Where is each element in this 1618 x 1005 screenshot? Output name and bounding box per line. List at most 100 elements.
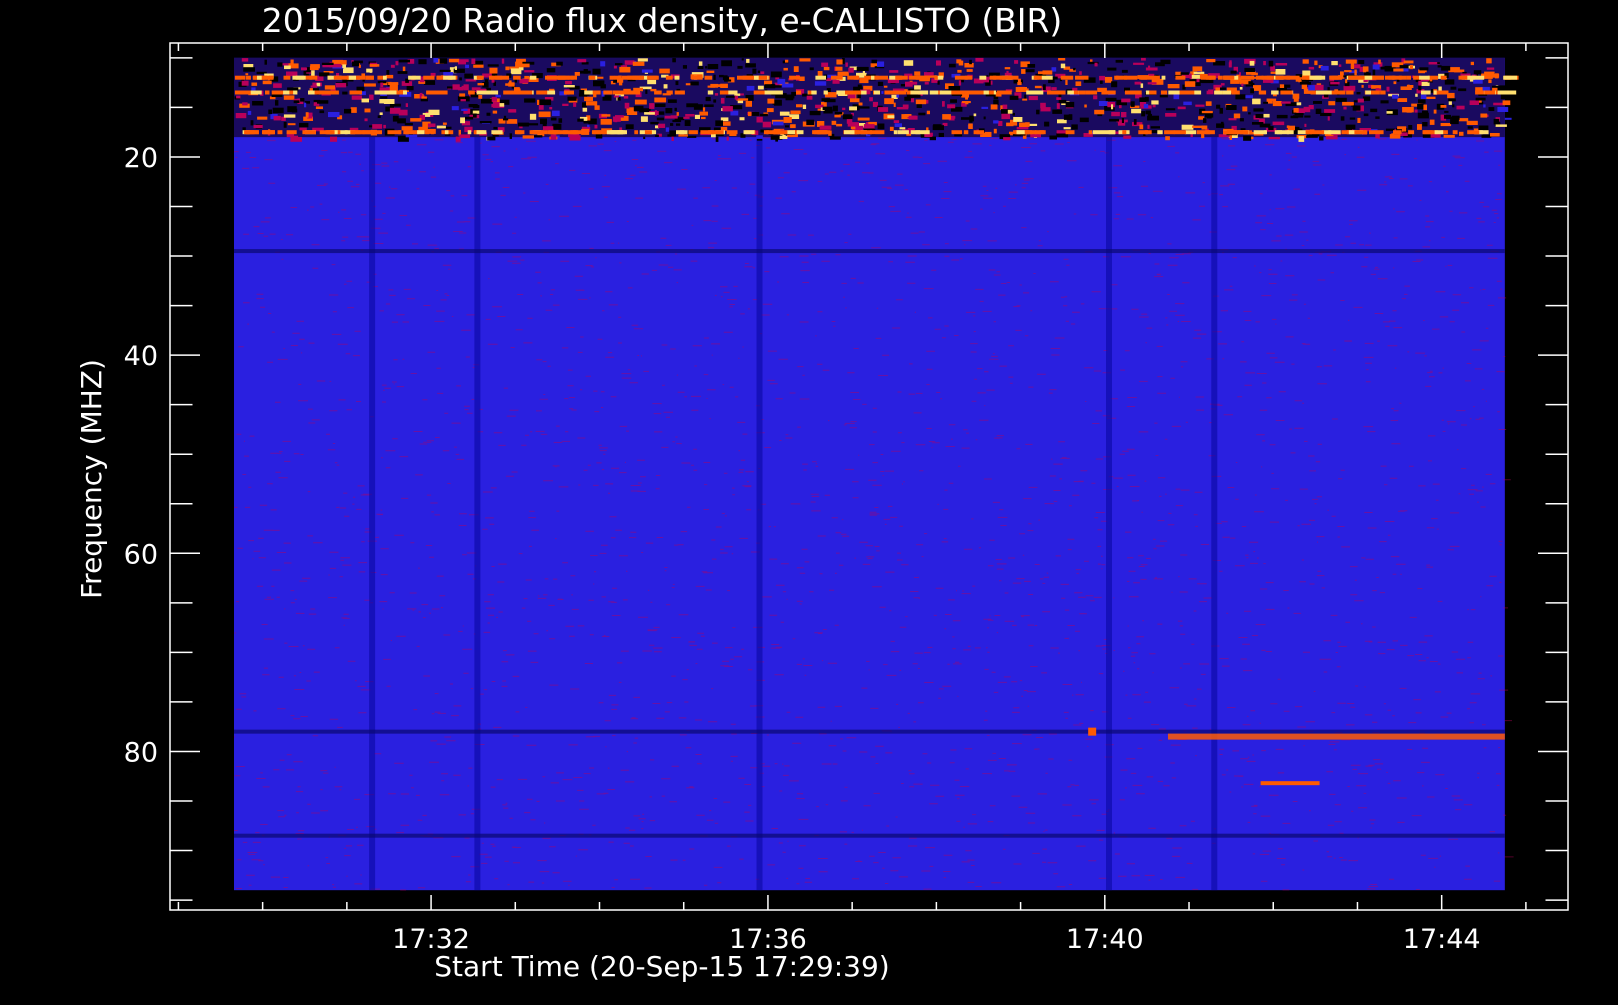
rfi-cell — [948, 63, 956, 68]
rfi-cell — [245, 73, 249, 76]
rfi-cell — [1400, 86, 1412, 90]
rfi-bright — [271, 90, 282, 95]
rfi-cell — [1362, 96, 1371, 101]
rfi-bright — [417, 130, 425, 135]
rfi-cell — [1268, 136, 1280, 140]
rfi-cell — [392, 115, 399, 122]
rfi-cell — [1152, 104, 1156, 108]
rfi-cell — [1030, 133, 1041, 138]
rfi-cell — [926, 110, 930, 115]
rfi-cell — [849, 106, 857, 111]
rfi-cell — [848, 67, 854, 73]
rfi-cell — [1302, 70, 1311, 76]
rfi-bright — [1222, 75, 1235, 80]
rfi-cell — [1235, 94, 1246, 100]
rfi-cell — [1007, 109, 1013, 114]
rfi-bright — [1346, 90, 1354, 95]
rfi-cell — [1241, 83, 1244, 87]
rfi-cell — [253, 124, 263, 129]
rfi-cell — [427, 123, 436, 127]
rfi-cell — [819, 125, 832, 130]
rfi-cell — [1027, 64, 1036, 68]
rfi-cell — [1392, 94, 1399, 99]
rfi-cell — [834, 114, 841, 118]
rfi-cell — [664, 115, 671, 119]
rfi-cell — [1313, 101, 1322, 104]
rfi-cell — [451, 106, 459, 111]
rfi-bright — [1205, 75, 1212, 80]
rfi-bright — [1184, 130, 1197, 135]
rfi-cell — [746, 85, 755, 91]
rfi-bright — [777, 130, 788, 135]
rfi-cell — [597, 76, 604, 79]
rfi-cell — [1350, 63, 1355, 69]
rfi-bright — [257, 75, 262, 80]
rfi-cell — [722, 75, 728, 81]
rfi-cell — [1216, 104, 1221, 109]
rfi-cell — [829, 136, 841, 140]
rfi-bright — [1274, 130, 1290, 135]
rfi-bright — [1223, 130, 1235, 135]
rfi-bright — [766, 130, 776, 135]
chart-title: 2015/09/20 Radio flux density, e-CALLIST… — [262, 1, 1063, 40]
rfi-cell — [299, 122, 309, 128]
rfi-cell — [405, 134, 418, 138]
rfi-bright — [629, 90, 640, 95]
rfi-cell — [739, 117, 745, 121]
rfi-cell — [1293, 115, 1304, 118]
rfi-cell — [842, 114, 853, 120]
rfi-bright — [1088, 130, 1093, 135]
rfi-cell — [1243, 135, 1252, 141]
rfi-cell — [837, 71, 849, 76]
rfi-bright — [513, 75, 521, 80]
rfi-cell — [746, 58, 750, 63]
rfi-cell — [389, 84, 398, 91]
rfi-cell — [736, 98, 749, 101]
rfi-cell — [836, 123, 843, 127]
rfi-cell — [1075, 81, 1082, 86]
rfi-cell — [1208, 89, 1214, 93]
rfi-cell — [1109, 118, 1120, 122]
rfi-cell — [1151, 100, 1159, 105]
rfi-cell — [549, 107, 553, 110]
rfi-cell — [1418, 84, 1422, 91]
rfi-bright — [431, 130, 435, 135]
rfi-cell — [983, 116, 986, 120]
rfi-bright — [503, 90, 517, 95]
rfi-cell — [1345, 79, 1348, 84]
rfi-cell — [247, 110, 252, 115]
rfi-cell — [1228, 118, 1237, 121]
rfi-cell — [1380, 66, 1391, 70]
rfi-bright — [1035, 75, 1040, 80]
rfi-cell — [1502, 100, 1511, 106]
rfi-cell — [699, 111, 708, 116]
rfi-bright — [871, 75, 875, 80]
rfi-bright — [815, 75, 826, 80]
rfi-cell — [421, 96, 427, 99]
time-stripe — [756, 57, 763, 891]
emission-line-84 — [1260, 781, 1320, 786]
rfi-cell — [1016, 127, 1029, 130]
rfi-cell — [304, 102, 307, 108]
rfi-bright — [688, 130, 698, 135]
rfi-bright — [848, 90, 862, 95]
rfi-cell — [702, 107, 706, 112]
rfi-cell — [1444, 79, 1455, 85]
rfi-cell — [1003, 137, 1011, 141]
rfi-cell — [1073, 67, 1076, 71]
rfi-bright — [1101, 90, 1112, 95]
rfi-cell — [1022, 98, 1028, 101]
rfi-cell — [1079, 117, 1089, 123]
rfi-cell — [1327, 116, 1330, 121]
rfi-cell — [981, 106, 989, 109]
rfi-cell — [674, 107, 677, 112]
rfi-cell — [809, 110, 821, 116]
rfi-cell — [1049, 135, 1057, 140]
rfi-cell — [1363, 113, 1369, 117]
rfi-cell — [503, 118, 509, 121]
rfi-cell — [1060, 63, 1066, 69]
rfi-cell — [881, 91, 884, 94]
rfi-bright — [1271, 90, 1279, 95]
rfi-bright — [262, 130, 275, 135]
time-stripe — [474, 57, 481, 891]
